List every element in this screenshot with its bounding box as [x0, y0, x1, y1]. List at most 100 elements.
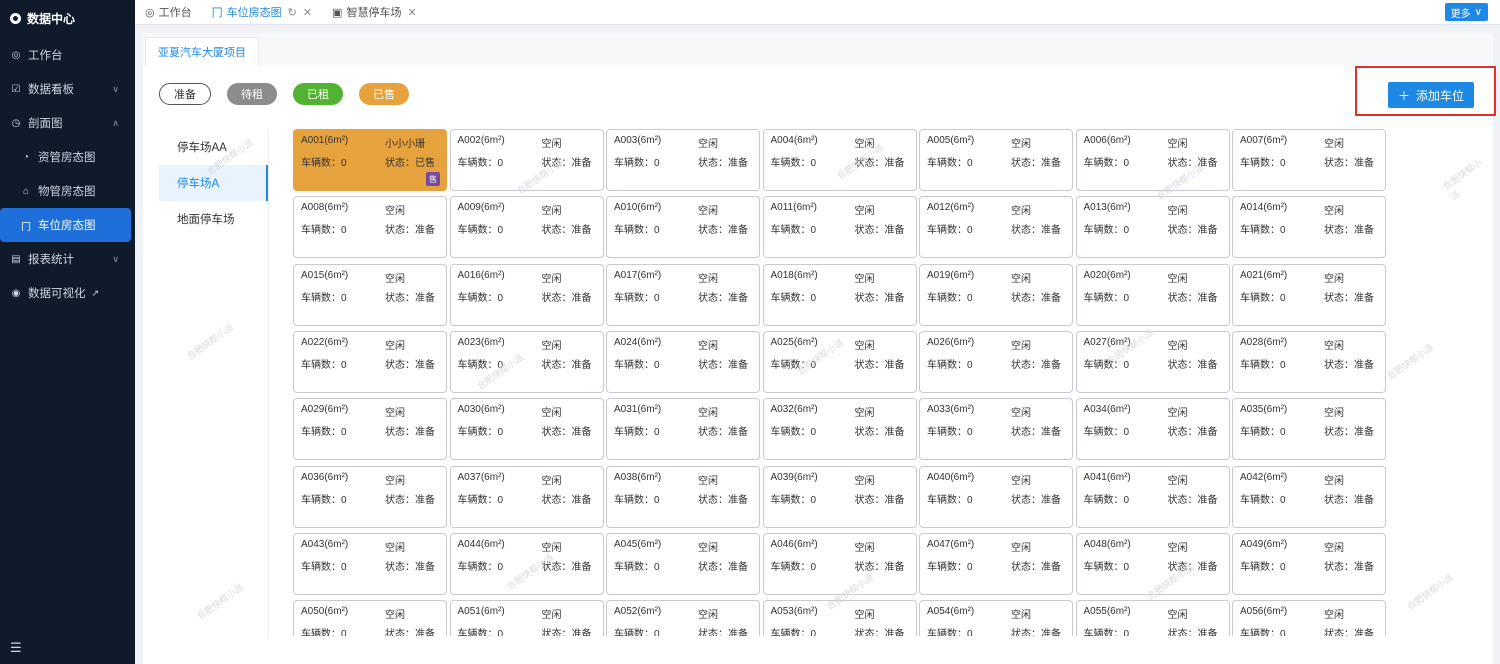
parking-space-card[interactable]: A017(6m²) 空闲 车辆数：0 状态：准备: [606, 263, 760, 326]
parking-space-card[interactable]: A045(6m²) 空闲 车辆数：0 状态：准备: [606, 532, 760, 595]
sidebar-item-parking-map[interactable]: 冂 车位房态图: [0, 208, 131, 242]
sidebar-item-workbench[interactable]: ◎ 工作台: [0, 38, 135, 72]
parking-space-card[interactable]: A034(6m²) 空闲 车辆数：0 状态：准备: [1075, 398, 1230, 461]
parking-space-card[interactable]: A008(6m²) 空闲 车辆数：0 状态：准备: [293, 196, 447, 259]
parking-space-card[interactable]: A020(6m²) 空闲 车辆数：0 状态：准备: [1075, 263, 1230, 326]
parking-space-card[interactable]: A050(6m²) 空闲 车辆数：0 状态：准备: [293, 600, 447, 636]
parking-space-card[interactable]: A048(6m²) 空闲 车辆数：0 状态：准备: [1075, 532, 1230, 595]
parking-space-card[interactable]: A026(6m²) 空闲 车辆数：0 状态：准备: [919, 330, 1073, 393]
space-code: A004(6m²): [770, 135, 818, 146]
parking-space-card[interactable]: A042(6m²) 空闲 车辆数：0 状态：准备: [1232, 465, 1386, 528]
parking-space-card[interactable]: A054(6m²) 空闲 车辆数：0 状态：准备: [919, 600, 1073, 636]
parking-space-card[interactable]: A002(6m²) 空闲 车辆数：0 状态：准备: [449, 129, 604, 191]
legend-pending[interactable]: 待租: [227, 83, 277, 105]
parking-space-card[interactable]: A047(6m²) 空闲 车辆数：0 状态：准备: [919, 532, 1073, 595]
state-prefix: 状态：: [1011, 292, 1041, 304]
parking-space-card[interactable]: A051(6m²) 空闲 车辆数：0 状态：准备: [449, 600, 604, 636]
tab-parking-map[interactable]: 冂 车位房态图 ↻ ✕: [202, 0, 322, 25]
parking-space-card[interactable]: A035(6m²) 空闲 车辆数：0 状态：准备: [1232, 398, 1386, 461]
count-value: 0: [967, 561, 973, 573]
parking-space-card[interactable]: A006(6m²) 空闲 车辆数：0 状态：准备: [1075, 129, 1230, 191]
brand[interactable]: 数据中心: [0, 0, 135, 36]
parking-space-card[interactable]: A018(6m²) 空闲 车辆数：0 状态：准备: [762, 263, 917, 326]
parking-space-card[interactable]: A025(6m²) 空闲 车辆数：0 状态：准备: [762, 330, 917, 393]
parking-space-card[interactable]: A007(6m²) 空闲 车辆数：0 状态：准备: [1232, 129, 1386, 191]
highlight-box: ＋ 添加车位: [1355, 66, 1496, 116]
close-icon[interactable]: ✕: [407, 6, 416, 19]
dashboard-icon: ◎: [11, 49, 21, 61]
more-button[interactable]: 更多 ∨: [1444, 3, 1488, 21]
parking-space-card[interactable]: A012(6m²) 空闲 车辆数：0 状态：准备: [919, 196, 1073, 259]
state-value: 准备: [1041, 629, 1061, 636]
sidebar-item-reports[interactable]: ▤ 报表统计 ∨: [0, 242, 135, 276]
parking-space-card[interactable]: A014(6m²) 空闲 车辆数：0 状态：准备: [1232, 196, 1386, 259]
parking-space-card[interactable]: A023(6m²) 空闲 车辆数：0 状态：准备: [449, 330, 604, 393]
parking-space-card[interactable]: A027(6m²) 空闲 车辆数：0 状态：准备: [1075, 330, 1230, 393]
parking-space-card[interactable]: A052(6m²) 空闲 车辆数：0 状态：准备: [606, 600, 760, 636]
parking-space-card[interactable]: A022(6m²) 空闲 车辆数：0 状态：准备: [293, 330, 447, 393]
parking-space-card[interactable]: A016(6m²) 空闲 车辆数：0 状态：准备: [449, 263, 604, 326]
parking-space-card[interactable]: A043(6m²) 空闲 车辆数：0 状态：准备: [293, 532, 447, 595]
parking-space-card[interactable]: A053(6m²) 空闲 车辆数：0 状态：准备: [762, 600, 917, 636]
project-tab[interactable]: 亚夏汽车大厦项目: [145, 37, 259, 65]
parking-space-card[interactable]: A056(6m²) 空闲 车辆数：0 状态：准备: [1232, 600, 1386, 636]
parking-space-card[interactable]: A039(6m²) 空闲 车辆数：0 状态：准备: [762, 465, 917, 528]
tab-smart-parking[interactable]: ▣ 智慧停车场 ✕: [322, 0, 427, 25]
sidebar-item-section[interactable]: ◷ 剖面图 ∧: [0, 106, 135, 140]
parking-space-card[interactable]: A005(6m²) 空闲 车辆数：0 状态：准备: [919, 129, 1073, 191]
add-space-button[interactable]: ＋ 添加车位: [1388, 82, 1474, 108]
parking-space-card[interactable]: A040(6m²) 空闲 车辆数：0 状态：准备: [919, 465, 1073, 528]
lot-item[interactable]: 停车场AA: [159, 129, 268, 165]
parking-space-card[interactable]: A015(6m²) 空闲 车辆数：0 状态：准备: [293, 263, 447, 326]
parking-space-card[interactable]: A003(6m²) 空闲 车辆数：0 状态：准备: [606, 129, 760, 191]
parking-space-card[interactable]: A004(6m²) 空闲 车辆数：0 状态：准备: [762, 129, 917, 191]
parking-space-card[interactable]: A009(6m²) 空闲 车辆数：0 状态：准备: [449, 196, 604, 259]
sidebar-item-property-map[interactable]: ⌂ 物管房态图: [0, 174, 135, 208]
lot-item[interactable]: 地面停车场: [159, 201, 268, 237]
space-vehicle-count: 车辆数：0: [771, 221, 817, 236]
legend-ready[interactable]: 准备: [159, 83, 211, 105]
parking-space-card[interactable]: A036(6m²) 空闲 车辆数：0 状态：准备: [293, 465, 447, 528]
sidebar-item-board[interactable]: ☑ 数据看板 ∨: [0, 72, 135, 106]
close-icon[interactable]: ✕: [303, 6, 312, 19]
parking-space-card[interactable]: A011(6m²) 空闲 车辆数：0 状态：准备: [762, 196, 917, 259]
parking-space-card[interactable]: A001(6m²) 小小小珊 车辆数：0 状态：已售售: [293, 129, 447, 191]
refresh-icon[interactable]: ↻: [288, 6, 297, 19]
parking-space-card[interactable]: A038(6m²) 空闲 车辆数：0 状态：准备: [606, 465, 760, 528]
parking-space-card[interactable]: A030(6m²) 空闲 车辆数：0 状态：准备: [449, 398, 604, 461]
sidebar-item-asset-map[interactable]: ◔ 资管房态图: [0, 140, 135, 174]
parking-space-card[interactable]: A029(6m²) 空闲 车辆数：0 状态：准备: [293, 398, 447, 461]
lot-item[interactable]: 停车场A: [159, 165, 268, 201]
legend-rented[interactable]: 已租: [293, 83, 343, 105]
parking-space-card[interactable]: A031(6m²) 空闲 车辆数：0 状态：准备: [606, 398, 760, 461]
count-value: 0: [967, 225, 973, 237]
space-state: 状态：准备: [855, 625, 905, 636]
state-prefix: 状态：: [1167, 494, 1198, 506]
parking-space-card[interactable]: A021(6m²) 空闲 车辆数：0 状态：准备: [1232, 263, 1386, 326]
space-status: 空闲: [1167, 206, 1188, 218]
logo-icon: [10, 12, 21, 24]
count-value: 0: [1123, 629, 1130, 636]
parking-space-card[interactable]: A019(6m²) 空闲 车辆数：0 状态：准备: [919, 263, 1073, 326]
parking-space-card[interactable]: A013(6m²) 空闲 车辆数：0 状态：准备: [1075, 196, 1230, 259]
parking-space-card[interactable]: A044(6m²) 空闲 车辆数：0 状态：准备: [449, 532, 604, 595]
tab-workbench[interactable]: ◎ 工作台: [135, 0, 202, 25]
parking-space-card[interactable]: A055(6m²) 空闲 车辆数：0 状态：准备: [1075, 600, 1230, 636]
sidebar-item-label: 工作台: [28, 50, 63, 62]
count-prefix: 车辆数：: [301, 427, 341, 439]
space-status: 空闲: [1324, 542, 1344, 554]
parking-space-card[interactable]: A041(6m²) 空闲 车辆数：0 状态：准备: [1075, 465, 1230, 528]
legend-sold[interactable]: 已售: [359, 83, 409, 105]
parking-space-card[interactable]: A037(6m²) 空闲 车辆数：0 状态：准备: [449, 465, 604, 528]
space-vehicle-count: 车辆数：0: [301, 423, 347, 438]
space-vehicle-count: 车辆数：0: [458, 625, 504, 636]
parking-space-card[interactable]: A010(6m²) 空闲 车辆数：0 状态：准备: [606, 196, 760, 259]
parking-space-card[interactable]: A033(6m²) 空闲 车辆数：0 状态：准备: [919, 398, 1073, 461]
parking-space-card[interactable]: A046(6m²) 空闲 车辆数：0 状态：准备: [762, 532, 917, 595]
parking-space-card[interactable]: A028(6m²) 空闲 车辆数：0 状态：准备: [1232, 330, 1386, 393]
parking-space-card[interactable]: A049(6m²) 空闲 车辆数：0 状态：准备: [1232, 532, 1386, 595]
parking-space-card[interactable]: A032(6m²) 空闲 车辆数：0 状态：准备: [762, 398, 917, 461]
parking-space-card[interactable]: A024(6m²) 空闲 车辆数：0 状态：准备: [606, 330, 760, 393]
collapse-menu-icon[interactable]: ☰: [10, 640, 22, 656]
sidebar-item-visualization[interactable]: ◉ 数据可视化 ↗: [0, 276, 135, 310]
